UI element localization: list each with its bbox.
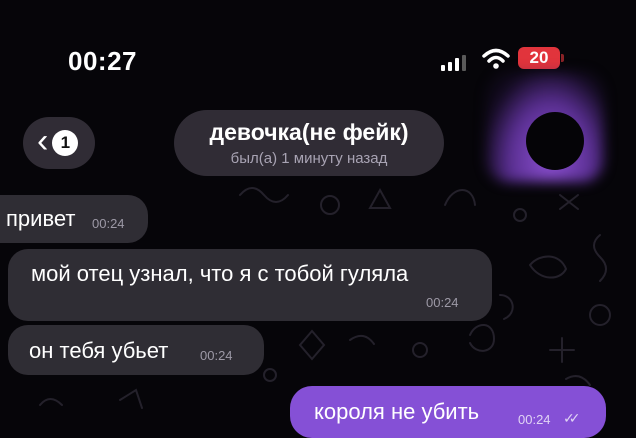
message-text: он тебя убьет <box>29 338 169 363</box>
wifi-icon <box>482 48 510 69</box>
message-text: мой отец узнал, что я с тобой гуляла <box>31 261 409 286</box>
message-time: 00:24 <box>92 216 125 231</box>
message-bubble-outgoing[interactable]: короля не убить 00:24 ✓✓ <box>290 386 606 438</box>
unread-count-badge: 1 <box>52 130 79 156</box>
back-button[interactable]: ‹ 1 <box>23 117 95 169</box>
battery-icon: 20 <box>518 47 560 69</box>
chat-name: девочка(не фейк) <box>209 119 409 145</box>
message-time: 00:24 <box>200 348 233 363</box>
cellular-signal-icon <box>441 55 466 71</box>
chevron-left-icon: ‹ <box>37 122 49 160</box>
message-time: 00:24 <box>426 295 459 310</box>
message-bubble-incoming[interactable]: привет 00:24 <box>0 195 148 243</box>
message-time: 00:24 <box>518 412 551 427</box>
chat-title[interactable]: девочка(не фейк) был(а) 1 минуту назад <box>174 110 444 176</box>
message-bubble-incoming[interactable]: мой отец узнал, что я с тобой гуляла 00:… <box>8 249 492 321</box>
clock: 00:27 <box>68 46 137 76</box>
last-seen-status: был(а) 1 минуту назад <box>230 150 388 167</box>
avatar[interactable] <box>526 112 584 170</box>
message-text: привет <box>6 206 76 231</box>
message-text: короля не убить <box>314 399 480 424</box>
double-check-icon: ✓✓ <box>563 410 581 426</box>
message-bubble-incoming[interactable]: он тебя убьет 00:24 <box>8 325 264 375</box>
battery-tip <box>561 54 564 62</box>
